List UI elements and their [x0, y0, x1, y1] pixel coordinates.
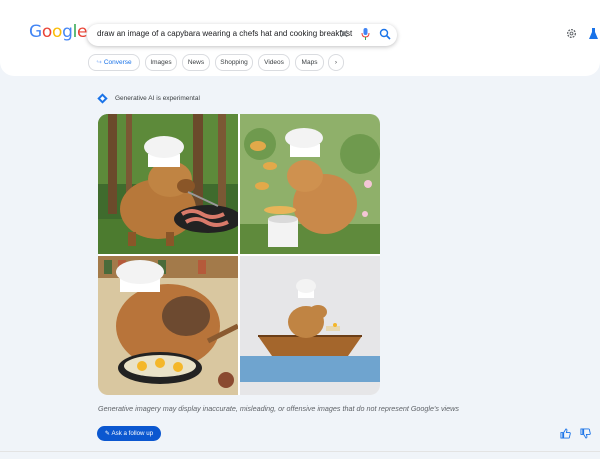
- pencil-icon: ✎: [104, 430, 111, 437]
- logo-letter: o: [51, 22, 63, 42]
- logo-letter: G: [29, 22, 42, 42]
- sge-label-text: Generative AI is experimental: [115, 95, 200, 102]
- logo-letter: o: [41, 22, 52, 42]
- chip-maps[interactable]: Maps: [295, 54, 324, 71]
- chip-shopping[interactable]: Shopping: [215, 54, 253, 71]
- chip-news[interactable]: News: [182, 54, 210, 71]
- search-header: Google draw an image of a capybara weari…: [0, 0, 600, 76]
- thumbs-up-icon[interactable]: [560, 428, 571, 439]
- generated-image-capybara-grill[interactable]: [98, 114, 238, 254]
- ask-followup-button[interactable]: ✎ Ask a follow up: [97, 426, 161, 441]
- generated-image-capybara-pancakes-garden[interactable]: [240, 114, 380, 254]
- gear-icon[interactable]: [566, 28, 577, 39]
- generated-images-grid: [98, 114, 380, 395]
- logo-letter: g: [62, 22, 73, 42]
- chip-images[interactable]: Images: [145, 54, 177, 71]
- divider: [0, 451, 600, 452]
- chevron-right-icon[interactable]: ›: [328, 54, 344, 71]
- generated-image-capybara-boat[interactable]: [240, 256, 380, 395]
- mic-icon[interactable]: [361, 28, 370, 40]
- generative-disclaimer: Generative imagery may display inaccurat…: [98, 404, 459, 413]
- close-icon[interactable]: ✕: [339, 27, 349, 41]
- sparkle-diamond-icon: [97, 93, 108, 104]
- search-icon[interactable]: [379, 28, 391, 40]
- generated-image-capybara-frying-eggs[interactable]: [98, 256, 238, 395]
- search-box[interactable]: draw an image of a capybara wearing a ch…: [87, 24, 397, 46]
- search-input[interactable]: draw an image of a capybara wearing a ch…: [97, 29, 352, 38]
- google-logo[interactable]: Google: [29, 22, 88, 42]
- chip-converse[interactable]: ↪ Converse: [88, 54, 140, 71]
- logo-letter: e: [77, 22, 88, 42]
- ask-followup-label: Ask a follow up: [111, 430, 154, 437]
- chip-videos[interactable]: Videos: [258, 54, 290, 71]
- sge-label: Generative AI is experimental: [97, 93, 200, 104]
- arrow-icon: ↪: [96, 59, 102, 66]
- labs-flask-icon[interactable]: [589, 28, 598, 40]
- thumbs-down-icon[interactable]: [580, 428, 591, 439]
